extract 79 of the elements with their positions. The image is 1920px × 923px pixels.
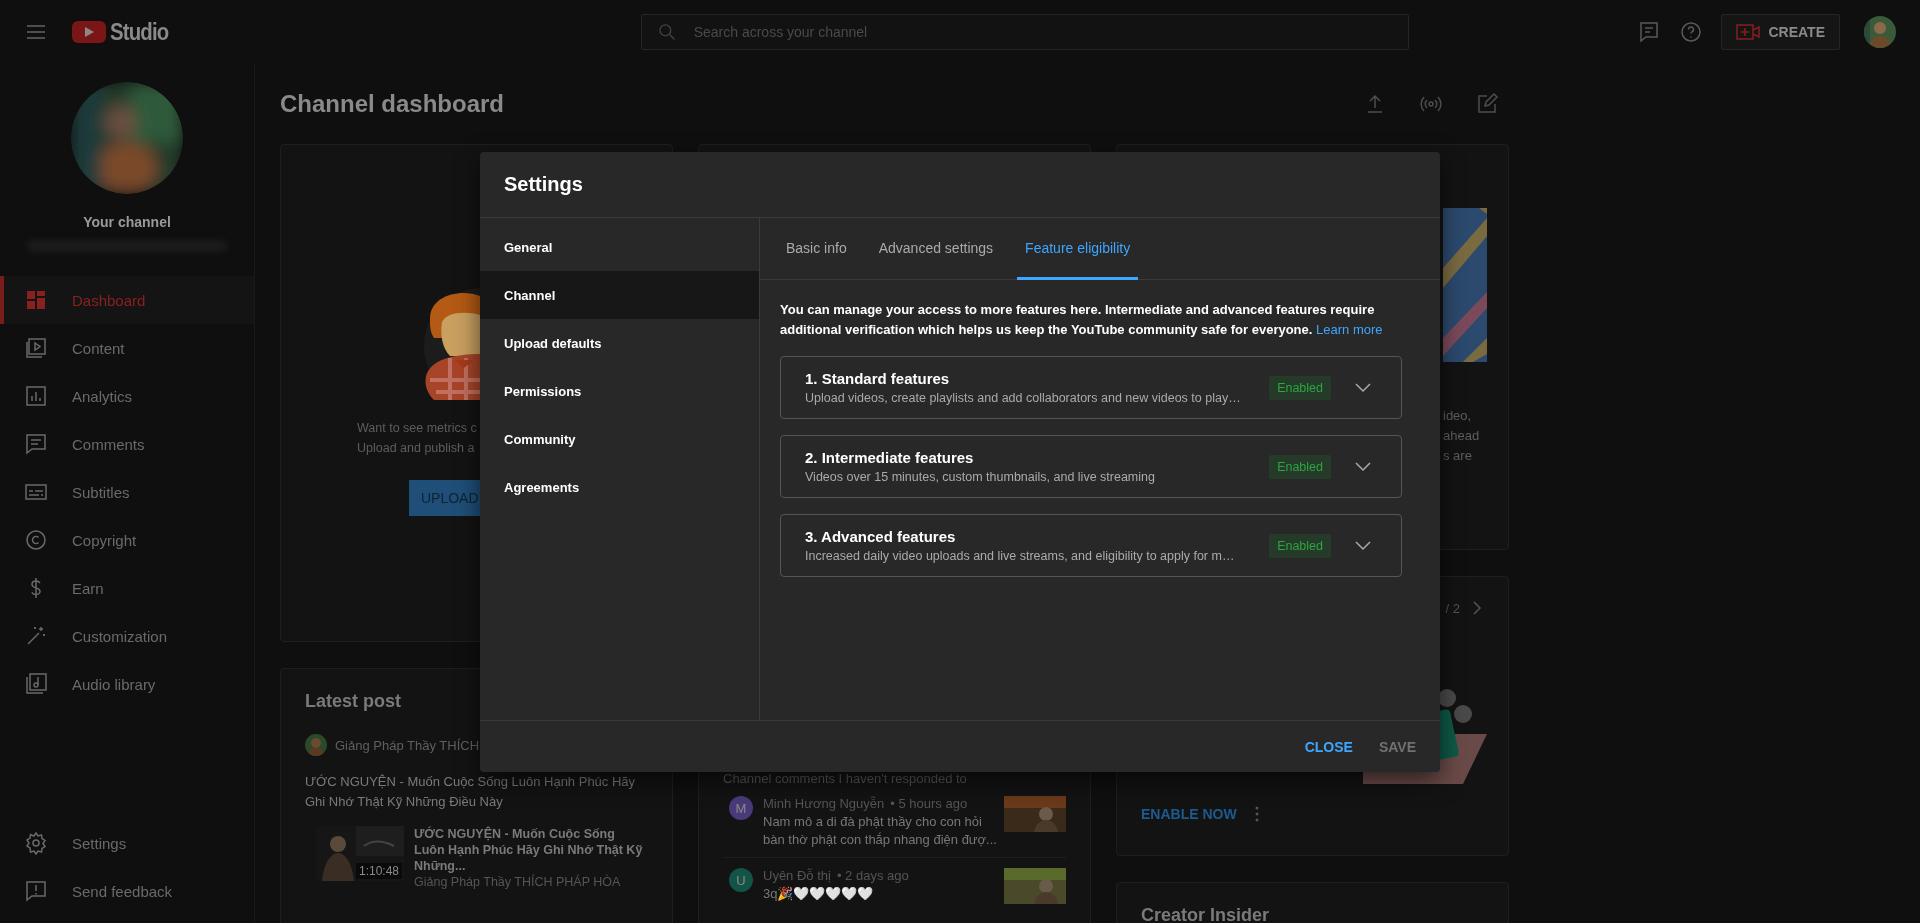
channel-label: Your channel [83,214,171,230]
chevron-down-icon[interactable] [1355,461,1371,472]
card-title: Latest post [305,691,402,712]
status-badge: Enabled [1269,454,1331,479]
search-field[interactable]: Search across your channel [640,14,1409,50]
create-button[interactable]: CREATE [1721,14,1840,50]
prompt-text: Want to see metrics c [357,420,477,437]
comment-icon [24,432,48,456]
dialog-button[interactable]: CLOSE [1294,730,1363,763]
play-icon [24,336,48,360]
edit-icon[interactable] [1475,92,1499,116]
sidebar-item[interactable]: Settings [0,819,254,867]
more-icon[interactable] [1254,806,1259,822]
page-title: Channel dashboard [280,90,505,118]
sidebar-item[interactable]: Subtitles [0,468,254,516]
video-title[interactable]: ƯỚC NGUYỆN - Muốn Cuộc Sống Luôn Hạnh Phúc Hãy Ghi Nhớ Thật Kỹ Những... [414,826,644,874]
comment-text: Nam mô a di đà phật thầy cho con hỏi bàn thờ phật con thắp nhang điện đượ... [763,813,998,849]
play-logo-icon [72,20,106,44]
avatar-initial: U [729,868,753,892]
tab[interactable]: Advanced settings [870,218,1002,280]
avatar-initial: M [729,796,753,820]
settings-nav-item[interactable]: Agreements [480,463,759,511]
feature-title: 2. Intermediate features [805,449,975,466]
comment-author: Minh Hương Nguyễn [763,796,885,811]
video-plus-icon [1736,22,1761,42]
feature-title: 1. Standard features [805,370,951,387]
sidebar-item[interactable]: Earn [0,564,254,612]
comment-author: Uyên Đỗ thị [763,868,831,883]
sidebar-item[interactable]: Analytics [0,372,254,420]
channel-name: Giảng Pháp Thầy THÍCH PHÁP HÒA [414,874,622,890]
status-badge: Enabled [1269,375,1331,400]
copyright-icon [24,528,48,552]
feature-card[interactable]: 3. Advanced features Increased daily video uploads and live streams, and eligibility to apply for m… Enabled [780,514,1402,577]
chevron-down-icon[interactable] [1355,540,1371,551]
feature-description: Videos over 15 minutes, custom thumbnails, and live streaming [805,470,1156,484]
sidebar-item[interactable]: Comments [0,420,254,468]
description-text: ahead [1443,427,1481,445]
chevron-right-icon[interactable] [1470,600,1484,616]
feature-card[interactable]: 1. Standard features Upload videos, create playlists and add collaborators and new videos to play… Enabled [780,356,1402,419]
settings-nav-item[interactable]: General [480,223,759,271]
prompt-text: Upload and publish a [357,440,475,457]
feature-description: Increased daily video uploads and live streams, and eligibility to apply for m… [805,549,1236,563]
tab[interactable]: Basic info [778,218,855,280]
comment-time: • 5 hours ago [890,796,968,811]
learn-more-link[interactable]: Learn more [1316,322,1383,337]
settings-nav-item[interactable]: Permissions [480,367,759,415]
chevron-down-icon[interactable] [1355,382,1371,393]
sidebar-item[interactable]: Audio library [0,660,254,708]
dialog-title: Settings [504,173,583,196]
settings-icon [24,831,48,855]
page-counter: / 2 [1445,600,1460,616]
description-text: s are [1443,447,1473,465]
feature-card[interactable]: 2. Intermediate features Videos over 15 minutes, custom thumbnails, and live streaming Enabled [780,435,1402,498]
feature-title: 3. Advanced features [805,528,957,545]
settings-nav-item[interactable]: Channel [480,271,759,319]
bar-chart-icon [24,384,48,408]
settings-nav-item[interactable]: Community [480,415,759,463]
music-note-icon [24,672,48,696]
logo-text: Studio [110,18,169,46]
sidebar-item[interactable]: Copyright [0,516,254,564]
feedback-icon [24,879,48,903]
intro-text: You can manage your access to more features here. Intermediate and advanced features require additional verification which helps us keep the YouTube community safe for everyone. Learn more [780,301,1384,339]
settings-nav-item[interactable]: Upload defaults [480,319,759,367]
comment-time: • 2 days ago [836,868,909,883]
help-icon[interactable] [1679,20,1704,44]
sidebar-item[interactable]: Customization [0,612,254,660]
search-icon [656,22,677,42]
sidebar-item[interactable]: Content [0,324,254,372]
card-title: Creator Insider [1141,905,1271,923]
tab[interactable]: Feature eligibility [1017,218,1139,280]
video-duration: 1:10:48 [355,863,402,879]
sidebar-item[interactable]: Send feedback [0,867,254,915]
feature-description: Upload videos, create playlists and add collaborators and new videos to play… [805,391,1242,405]
description-text: ideo, [1443,407,1473,425]
comment-text: 3q🎉🤍🤍🤍🤍🤍 [763,885,875,903]
author-name: Giảng Pháp Thầy THÍCH [335,737,480,753]
post-text: ƯỚC NGUYỆN - Muốn Cuộc Sống Luôn Hạnh Phúc Hãy Ghi Nhớ Thật Kỹ Những Điều Này [305,773,637,811]
status-badge: Enabled [1269,533,1331,558]
dashboard-icon [24,288,48,312]
